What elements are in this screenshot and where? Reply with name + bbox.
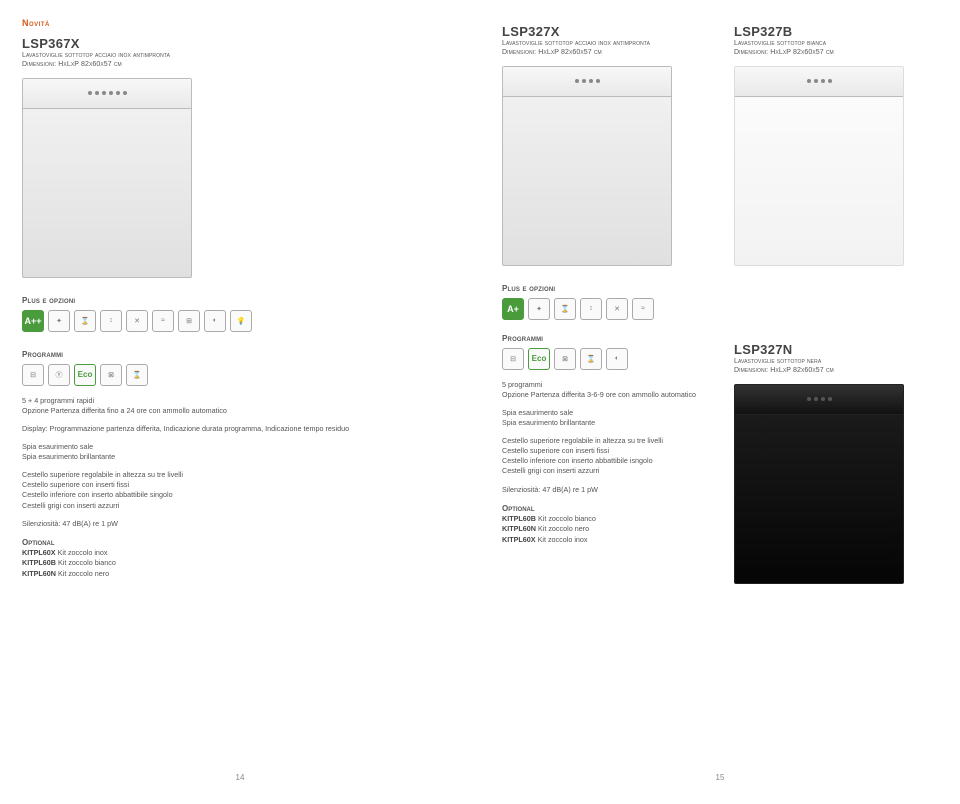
prog-icon: ⊠	[554, 348, 576, 370]
plus-icons-right: A+ ✦ ⌛ ↕ ✕ ≈	[502, 298, 938, 320]
programmi-icons-left: ⊟ Ⓨ Eco ⊠ ⌛	[22, 364, 458, 386]
prog-icon: ⊟	[502, 348, 524, 370]
feature-icon: ⊞	[178, 310, 200, 332]
opt-line: KITPL60B Kit zoccolo bianco	[22, 558, 458, 568]
sil-text: Silenziosità: 47 dB(A) re 1 pW	[22, 519, 458, 529]
product-image-lsp327x	[502, 66, 672, 266]
dim-lsp327b: Dimensioni: HxLxP 82x60x57 cm	[734, 48, 938, 57]
optional-label-right: Optional	[502, 503, 706, 514]
product-image-lsp367x	[22, 78, 192, 278]
feature-icon: ✦	[48, 310, 70, 332]
model-lsp367x: LSP367X	[22, 36, 458, 51]
cest-text: Cestello superiore regolabile in altezza…	[22, 470, 458, 510]
prod-lsp327n: LSP327N Lavastoviglie sottotop nera Dime…	[734, 334, 938, 584]
product-header-row: LSP327X Lavastoviglie sottotop acciaio i…	[502, 24, 938, 266]
opt-line: KITPL60N Kit zoccolo nero	[502, 524, 706, 534]
feature-icon: ✕	[606, 298, 628, 320]
display-text: Display: Programmazione partenza differi…	[22, 424, 458, 434]
desc-lsp327b: Lavastoviglie sottotop bianca	[734, 39, 938, 48]
prog-icon: ◐	[606, 348, 628, 370]
dishwasher-panel	[735, 385, 903, 415]
dishwasher-panel	[503, 67, 671, 97]
prog-icon: ⌛	[126, 364, 148, 386]
opt-line: KITPL60B Kit zoccolo bianco	[502, 514, 706, 524]
programmi-icons-right: ⊟ Eco ⊠ ⌛ ◐	[502, 348, 706, 370]
spia-text: Spia esaurimento sale Spia esaurimento b…	[22, 442, 458, 462]
feature-icon: ↕	[100, 310, 122, 332]
plus-icons-left: A++ ✦ ⌛ ↕ ✕ ≈ ⊞ ◐ 💡	[22, 310, 458, 332]
product-image-lsp327n	[734, 384, 904, 584]
programmi-label-right: Programmi	[502, 334, 706, 343]
feature-icon: ↕	[580, 298, 602, 320]
right-specs-col: Programmi ⊟ Eco ⊠ ⌛ ◐ 5 programmi Opzion…	[502, 334, 706, 545]
features-left: 5 + 4 programmi rapidi Opzione Partenza …	[22, 396, 458, 579]
product-image-lsp327b	[734, 66, 904, 266]
dim-lsp367x: Dimensioni: HxLxP 82x60x57 cm	[22, 60, 458, 69]
dishwasher-panel	[23, 79, 191, 109]
programmi-label-left: Programmi	[22, 350, 458, 359]
energy-app-icon: A++	[22, 310, 44, 332]
dim-lsp327x: Dimensioni: HxLxP 82x60x57 cm	[502, 48, 706, 57]
desc-lsp327n: Lavastoviglie sottotop nera	[734, 357, 938, 366]
page-number-right: 15	[716, 773, 725, 782]
page-number-left: 14	[236, 773, 245, 782]
energy-ap-icon: A+	[502, 298, 524, 320]
plus-label-right: Plus e opzioni	[502, 284, 938, 293]
prod-lsp327x: LSP327X Lavastoviglie sottotop acciaio i…	[502, 24, 706, 266]
left-page: Novità LSP367X Lavastoviglie sottotop ac…	[0, 0, 480, 790]
desc-lsp367x: Lavastoviglie sottotop acciaio inox anti…	[22, 51, 458, 60]
prog-text: 5 programmi Opzione Partenza differita 3…	[502, 380, 706, 400]
feature-icon: ⌛	[74, 310, 96, 332]
features-right: 5 programmi Opzione Partenza differita 3…	[502, 380, 706, 545]
dishwasher-panel	[735, 67, 903, 97]
model-lsp327b: LSP327B	[734, 24, 938, 39]
opt-line: KITPL60X Kit zoccolo inox	[22, 548, 458, 558]
plus-label-left: Plus e opzioni	[22, 296, 458, 305]
eco-icon: Eco	[528, 348, 550, 370]
feature-icon: ≈	[632, 298, 654, 320]
feature-icon: ✕	[126, 310, 148, 332]
prog-icon: ⌛	[580, 348, 602, 370]
opt-line: KITPL60X Kit zoccolo inox	[502, 535, 706, 545]
desc-lsp327x: Lavastoviglie sottotop acciaio inox anti…	[502, 39, 706, 48]
novita-badge: Novità	[22, 18, 458, 28]
feature-icon: ◐	[204, 310, 226, 332]
cest-text: Cestello superiore regolabile in altezza…	[502, 436, 706, 476]
spia-text: Spia esaurimento sale Spia esaurimento b…	[502, 408, 706, 428]
prog-icon: ⊟	[22, 364, 44, 386]
prog-text: 5 + 4 programmi rapidi Opzione Partenza …	[22, 396, 458, 416]
dim-lsp327n: Dimensioni: HxLxP 82x60x57 cm	[734, 366, 938, 375]
prog-icon: ⊠	[100, 364, 122, 386]
right-page: LSP327X Lavastoviglie sottotop acciaio i…	[480, 0, 960, 790]
feature-icon: ✦	[528, 298, 550, 320]
optional-label-left: Optional	[22, 537, 458, 548]
opt-line: KITPL60N Kit zoccolo nero	[22, 569, 458, 579]
eco-icon: Eco	[74, 364, 96, 386]
sil-text: Silenziosità: 47 dB(A) re 1 pW	[502, 485, 706, 495]
prog-icon: Ⓨ	[48, 364, 70, 386]
prod-lsp327b: LSP327B Lavastoviglie sottotop bianca Di…	[734, 24, 938, 266]
feature-icon: ≈	[152, 310, 174, 332]
model-lsp327x: LSP327X	[502, 24, 706, 39]
model-lsp327n: LSP327N	[734, 342, 938, 357]
feature-icon: 💡	[230, 310, 252, 332]
catalog-spread: Novità LSP367X Lavastoviglie sottotop ac…	[0, 0, 960, 790]
feature-icon: ⌛	[554, 298, 576, 320]
